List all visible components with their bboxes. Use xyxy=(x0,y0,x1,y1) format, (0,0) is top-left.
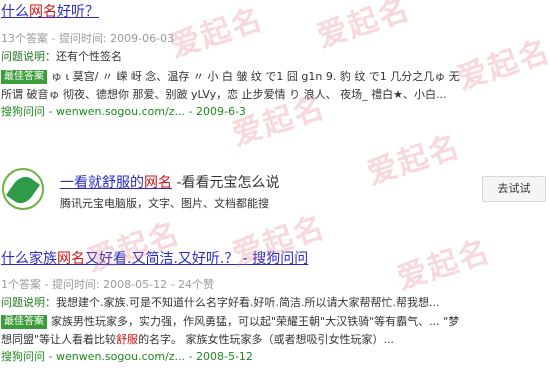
best-answer-badge: 最佳答案 xyxy=(1,70,47,84)
answer-text: 所谓 破音ゅ 彻夜、德想你 那爱、别跛 yLVy，恋 止步爱情 り 浪人、 夜场… xyxy=(1,88,447,101)
title-text: 又好看.又简洁.又好听.？ - 搜狗问问 xyxy=(85,251,309,267)
title-highlight: 网名 xyxy=(29,4,57,20)
description-label: 问题说明： xyxy=(1,50,56,63)
try-it-button[interactable]: 去试试 xyxy=(482,176,546,202)
source-url: - wenwen.sogou.com/z... - 2008-5-12 xyxy=(45,350,253,363)
title-text: 什么家族 xyxy=(1,251,57,267)
title-text: 好听？ xyxy=(57,4,99,20)
description-text: 我想建个.家族.可是不知道什么名字好看.好听.简洁.所以请大家帮帮忙.帮我想..… xyxy=(56,296,440,309)
answer-text: ゅ ι 莫宫/ 〃 嵘 岈 念、温存 〃 小 白 皱 纹 で1 囧 g1n 9.… xyxy=(51,70,460,83)
result-source: 搜狗问问 - wenwen.sogou.com/z... - 2008-5-12 xyxy=(0,349,550,365)
question-description: 问题说明：我想建个.家族.可是不知道什么名字好看.好听.简洁.所以请大家帮帮忙.… xyxy=(0,294,550,312)
question-description: 问题说明：还有个性签名 xyxy=(0,48,550,66)
best-answer: 最佳答案 家族男性玩家多，实力强，作风勇猛，可以起"荣耀王朝"大汉铁骑"等有霸气、… xyxy=(0,313,550,349)
ad-title-link[interactable]: 一看就舒服的网名 xyxy=(60,175,172,191)
best-answer-badge: 最佳答案 xyxy=(1,315,47,329)
answer-text-part: 想同盟"等让人看着比较 xyxy=(1,333,117,346)
yuanbao-logo-icon xyxy=(2,168,44,210)
ad-title-highlight: 网名 xyxy=(144,175,172,191)
source-url: - wenwen.sogou.com/z... - 2009-6-3 xyxy=(45,105,246,118)
ad-title-rest: -看看元宝怎么说 xyxy=(172,175,280,191)
source-site-link[interactable]: 搜狗问问 xyxy=(1,105,45,118)
answer-text: 想同盟"等让人看着比较舒服的名字。 家族女性玩家多（或者想吸引女性玩家）... xyxy=(1,331,550,349)
answer-text: 家族男性玩家多，实力强，作风勇猛，可以起"荣耀王朝"大汉铁骑"等有霸气、... … xyxy=(51,315,460,328)
search-result: 什么家族网名又好看.又简洁.又好听.？ - 搜狗问问 1个答案 - 提问时间: … xyxy=(0,250,550,365)
result-title-link[interactable]: 什么网名好听？ xyxy=(0,3,550,21)
ad-description: 腾讯元宝电脑版，文字、图片、文档都能搜 xyxy=(60,197,269,210)
title-text: 什么 xyxy=(1,4,29,20)
best-answer: 最佳答案ゅ ι 莫宫/ 〃 嵘 岈 念、温存 〃 小 白 皱 纹 で1 囧 g1… xyxy=(0,68,550,104)
title-highlight: 网名 xyxy=(57,251,85,267)
result-meta: 13个答案 - 提问时间: 2009-06-03 xyxy=(1,32,175,45)
result-source: 搜狗问问 - wenwen.sogou.com/z... - 2009-6-3 xyxy=(0,104,550,120)
description-text: 还有个性签名 xyxy=(56,50,122,63)
ad-title-text: 一看就舒服的 xyxy=(60,175,144,191)
description-label: 问题说明： xyxy=(1,296,56,309)
search-result: 什么网名好听？ 13个答案 - 提问时间: 2009-06-03 问题说明：还有… xyxy=(0,3,550,120)
answer-text-part: 的名字。 家族女性玩家多（或者想吸引女性玩家）... xyxy=(138,333,395,346)
result-meta: 1个答案 - 提问时间: 2008-05-12 - 24个赞 xyxy=(1,278,215,291)
result-title-link[interactable]: 什么家族网名又好看.又简洁.又好听.？ - 搜狗问问 xyxy=(0,250,550,268)
source-site-link[interactable]: 搜狗问问 xyxy=(1,350,45,363)
ad-card: 一看就舒服的网名 -看看元宝怎么说 腾讯元宝电脑版，文字、图片、文档都能搜 xyxy=(0,162,550,222)
answer-highlight: 舒服 xyxy=(116,333,139,346)
ad-title: 一看就舒服的网名 -看看元宝怎么说 xyxy=(60,172,280,192)
